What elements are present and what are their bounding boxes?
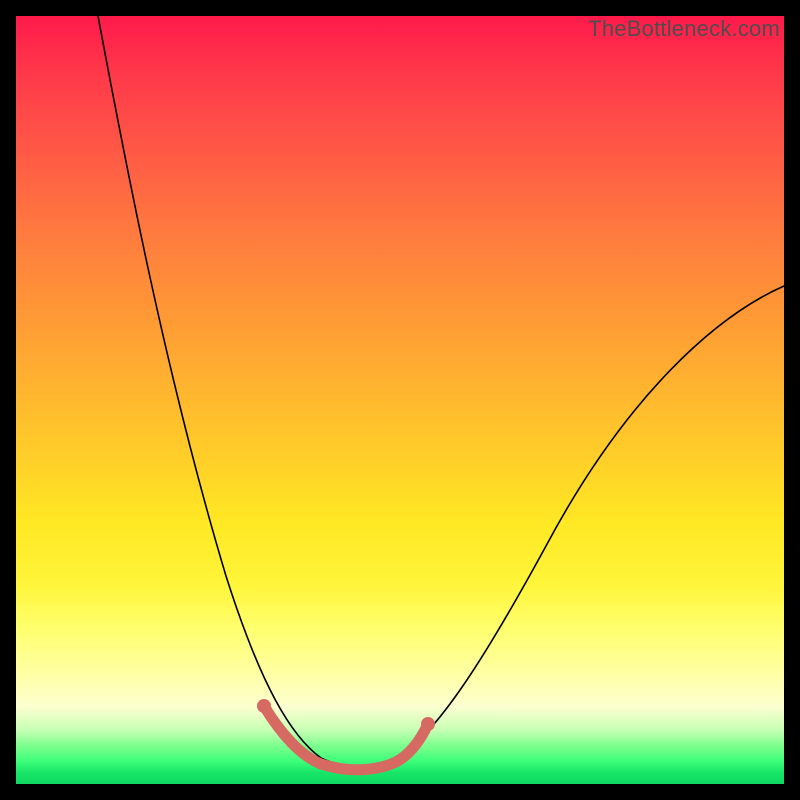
chart-frame: TheBottleneck.com	[0, 0, 800, 800]
curve-black	[98, 16, 784, 766]
trough-segment	[264, 706, 428, 770]
trough-right-dot	[421, 717, 435, 731]
plot-area: TheBottleneck.com	[16, 16, 784, 784]
chart-overlay	[16, 16, 784, 784]
